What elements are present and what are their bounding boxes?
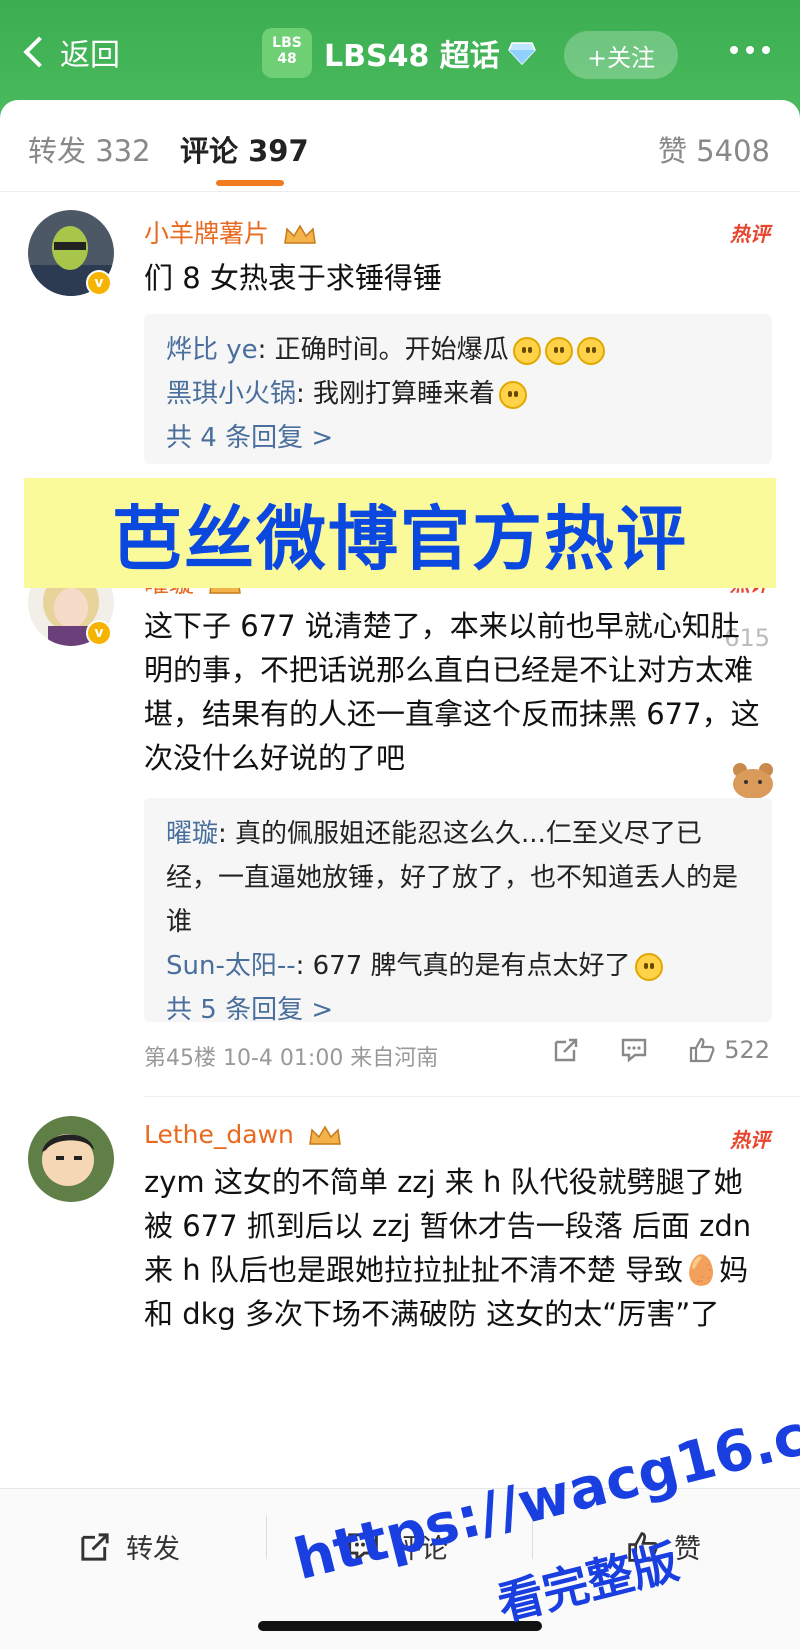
active-tab-indicator <box>216 180 284 186</box>
tab-comment[interactable]: 评论 397 <box>180 128 309 170</box>
reply-text: : 正确时间。开始爆瓜 <box>257 335 509 365</box>
comment-meta: 第45楼 10-4 01:00 来自河南 <box>144 1046 439 1071</box>
tab-bar: 转发 332 评论 397 赞 5408 <box>0 100 800 192</box>
smile-emoji-icon <box>634 952 663 981</box>
comment-icon[interactable] <box>620 1036 648 1064</box>
topic-title: LBS48 超话 <box>324 39 500 74</box>
reply-author[interactable]: 烨比 ye <box>166 335 258 365</box>
topic-header[interactable]: LBS 48 LBS48 超话 <box>262 28 536 78</box>
reply-text: : 真的佩服姐还能忍这么久...仁至义尽了已经，一直逼她放锤，好了放了，也不知道… <box>166 819 739 937</box>
share-icon <box>81 1532 109 1561</box>
comment-text: 这下子 677 说清楚了，本来以前也早就心知肚明的事，不把话说那么直白已经是不让… <box>144 609 760 775</box>
reply-author[interactable]: 曜璇 <box>166 819 218 849</box>
reply-item: 烨比 ye: 正确时间。开始爆瓜 <box>166 328 750 372</box>
tab-likes[interactable]: 赞 5408 <box>658 128 770 170</box>
comment-text: 们 8 女热衷于求锤得锤 <box>144 261 442 295</box>
divider <box>144 1096 800 1097</box>
like-button[interactable]: 522 <box>688 1036 770 1064</box>
more-options-icon[interactable] <box>730 46 770 54</box>
reply-text: : 677 脾气真的是有点太好了 <box>295 951 631 981</box>
reply-text: : 我刚打算睡来着 <box>296 379 496 409</box>
back-label: 返回 <box>60 38 120 73</box>
reply-item: 曜璇: 真的佩服姐还能忍这么久...仁至义尽了已经，一直逼她放锤，好了放了，也不… <box>166 812 750 944</box>
smile-emoji-icon <box>512 336 541 365</box>
avatar[interactable] <box>28 1116 114 1202</box>
replies-box[interactable]: 曜璇: 真的佩服姐还能忍这么久...仁至义尽了已经，一直逼她放锤，好了放了，也不… <box>144 798 772 1025</box>
reply-item: Sun-太阳--: 677 脾气真的是有点太好了 <box>166 944 750 988</box>
tab-repost[interactable]: 转发 332 <box>28 128 151 170</box>
topic-logo: LBS 48 <box>262 28 312 78</box>
more-replies-link[interactable]: 共 4 条回复 > <box>166 416 750 460</box>
repost-button[interactable]: 转发 <box>78 1527 180 1566</box>
crown-badge-icon <box>308 1125 341 1145</box>
watermark-banner: 芭丝微博官方热评 <box>24 478 776 588</box>
reply-author[interactable]: 黑琪小火锅 <box>166 379 296 409</box>
hot-comment-badge: 热评 <box>730 222 770 246</box>
chevron-left-icon <box>23 36 55 68</box>
crown-badge-icon <box>284 224 316 244</box>
comment-text: zym 这女的不简单 zzj 来 h 队代役就劈腿了她被 677 抓到后以 zz… <box>144 1165 752 1331</box>
comment-actions: 522 <box>552 1036 770 1064</box>
comments-sheet: 转发 332 评论 397 赞 5408 v 小羊牌薯片 热评 们 8 女热衷于… <box>0 100 800 1649</box>
smile-emoji-icon <box>499 380 528 409</box>
thumbs-up-icon <box>690 1037 715 1063</box>
reply-author[interactable]: Sun-太阳-- <box>166 951 296 981</box>
hot-comment-badge: 热评 <box>730 1128 770 1152</box>
like-count: 522 <box>724 1036 770 1064</box>
username[interactable]: 小羊牌薯片 <box>144 214 317 250</box>
back-button[interactable]: 返回 <box>22 30 120 74</box>
verified-badge-icon: v <box>86 270 112 296</box>
smile-emoji-icon <box>544 336 573 365</box>
divider <box>266 1515 267 1559</box>
more-replies-link[interactable]: 共 5 条回复 > <box>166 988 750 1032</box>
username[interactable]: Lethe_dawn <box>144 1120 342 1149</box>
reply-item: 黑琪小火锅: 我刚打算睡来着 <box>166 372 750 416</box>
diamond-level-icon <box>507 42 536 65</box>
replies-box[interactable]: 烨比 ye: 正确时间。开始爆瓜 黑琪小火锅: 我刚打算睡来着 共 4 条回复 … <box>144 314 772 464</box>
avatar-image <box>28 1116 114 1202</box>
verified-badge-icon: v <box>86 620 112 646</box>
home-indicator[interactable] <box>258 1621 542 1631</box>
share-icon[interactable] <box>552 1036 580 1064</box>
follow-button[interactable]: +关注 <box>564 31 678 79</box>
smile-emoji-icon <box>576 336 605 365</box>
bear-sticker-icon <box>733 763 773 799</box>
